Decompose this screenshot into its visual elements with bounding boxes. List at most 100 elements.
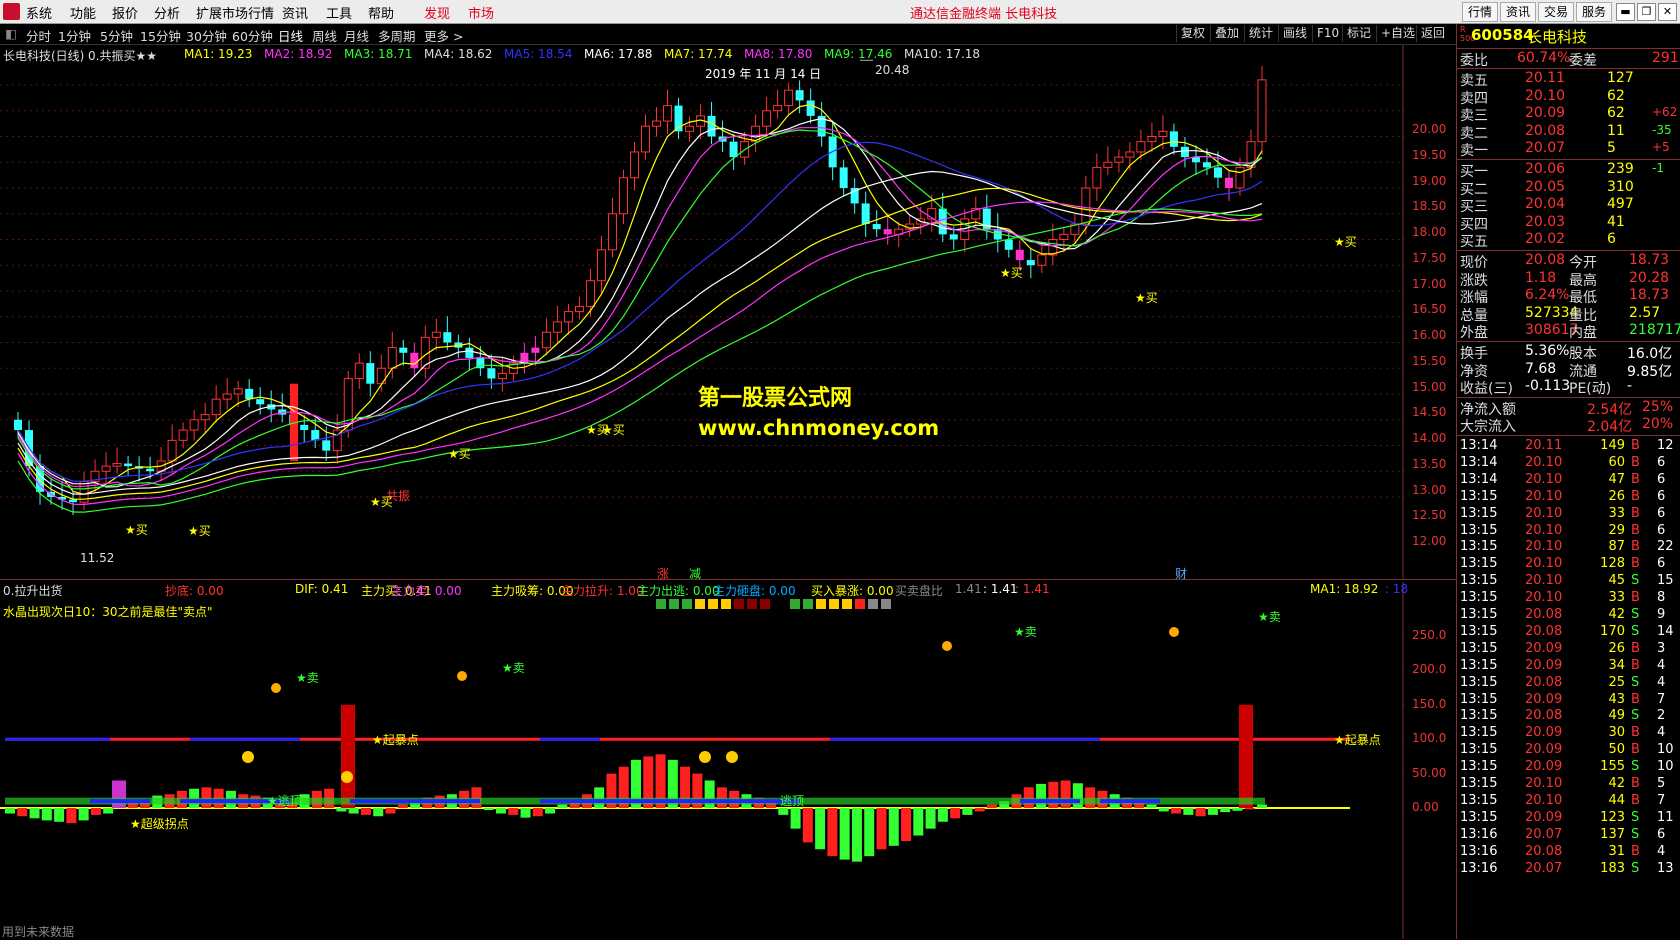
tick-row: 13:15 20.10 45 S 15 (1457, 573, 1680, 590)
candle-body (167, 439, 177, 462)
candle-body (1147, 136, 1157, 143)
draw-button[interactable]: 画线 (1278, 25, 1307, 42)
indicator-tick-label: 150.0 (1412, 696, 1447, 711)
mark-button[interactable]: 标记 (1342, 25, 1371, 42)
price-tick-label: 18.50 (1412, 199, 1447, 214)
indicator-value: 抄底: 0.00 (165, 584, 224, 598)
panel-toggle-icon[interactable]: ◧ (5, 26, 17, 41)
tick-count: 4 (1657, 725, 1666, 741)
order-volume: 5 (1607, 140, 1616, 157)
histogram-bar (925, 808, 936, 829)
quote-value: 18.73 (1629, 287, 1670, 304)
indicator-value: 主力卖: 0.00 (391, 584, 462, 598)
order-row-sell: 卖五 20.11 127 (1457, 70, 1680, 89)
tick-price: 20.10 (1525, 776, 1563, 791)
fund-divider (1457, 341, 1680, 342)
signal-square (747, 599, 757, 609)
tick-time: 13:15 (1460, 674, 1498, 690)
restore-icon[interactable]: ❐ (1637, 3, 1656, 21)
candle-body (200, 414, 210, 421)
tab-1min[interactable]: 1分钟 (58, 26, 91, 45)
price-tick-label: 17.00 (1412, 276, 1447, 291)
menu-extended-market[interactable]: 扩展市场行情 (196, 3, 274, 22)
menu-system[interactable]: 系统 (26, 3, 52, 22)
candle-body (178, 429, 188, 441)
tick-volume: 123 (1600, 809, 1625, 825)
order-change: -1 (1652, 161, 1664, 175)
menu-discover[interactable]: 发现 (424, 3, 450, 22)
tab-daily[interactable]: 日线 (278, 26, 303, 45)
chart-divider[interactable] (0, 579, 1456, 580)
news-button[interactable]: 资讯 (1500, 2, 1536, 22)
tick-side: B (1631, 776, 1640, 791)
indicator-formula-name[interactable]: 0.拉升出货 (3, 582, 62, 599)
tab-5min[interactable]: 5分钟 (100, 26, 133, 45)
candle-body (861, 203, 870, 225)
tick-price: 20.09 (1525, 725, 1563, 741)
histogram-bar (802, 808, 813, 843)
candle-body (1224, 177, 1233, 188)
watermark-url: www.chnmoney.com (698, 416, 940, 440)
menu-market[interactable]: 市场 (468, 3, 494, 22)
tick-side: S (1631, 860, 1640, 876)
menu-analysis[interactable]: 分析 (154, 3, 180, 22)
histogram-bar (962, 808, 973, 815)
candlestick-chart[interactable]: 长电科技(日线) 0.共振买★★ MA1: 19.23 MA2: 18.92 MA3… (0, 45, 1446, 581)
menu-help[interactable]: 帮助 (368, 3, 394, 22)
adjust-button[interactable]: 复权 (1176, 25, 1205, 42)
tick-row: 13:15 20.10 42 B 5 (1457, 776, 1680, 793)
fund-value: - (1627, 378, 1633, 395)
price-tick-label: 16.50 (1412, 302, 1447, 317)
candle-body (938, 208, 947, 235)
minimize-icon[interactable]: ▬ (1616, 3, 1635, 21)
tick-price: 20.09 (1525, 657, 1563, 673)
tab-intraday[interactable]: 分时 (26, 26, 51, 45)
menu-function[interactable]: 功能 (70, 3, 96, 22)
quote-button[interactable]: 行情 (1462, 2, 1498, 22)
indicator-tick-label: 50.00 (1412, 765, 1447, 780)
histogram-bar (876, 808, 887, 850)
tick-side: S (1631, 607, 1640, 622)
formula-name[interactable]: 0.共振买★★ (88, 47, 157, 64)
tab-more[interactable]: 更多 > (424, 26, 463, 45)
indicator-chart[interactable]: 0.拉升出货 抄底: 0.00 DIF: 0.41 主力买: 0.41 主力卖: 0.… (0, 582, 1446, 939)
tick-side: B (1631, 438, 1640, 453)
add-watchlist-button[interactable]: +自选 (1376, 25, 1415, 42)
tick-time: 13:15 (1460, 505, 1498, 521)
overlay-button[interactable]: 叠加 (1210, 25, 1239, 42)
tick-count: 6 (1657, 488, 1666, 504)
menu-news[interactable]: 资讯 (282, 3, 308, 22)
tab-60min[interactable]: 60分钟 (232, 26, 273, 45)
indicator-value: 买入暴涨: 0.00 (811, 584, 894, 598)
menu-quote[interactable]: 报价 (112, 3, 138, 22)
stats-button[interactable]: 统计 (1244, 25, 1273, 42)
tab-15min[interactable]: 15分钟 (140, 26, 181, 45)
tick-row: 13:14 20.10 47 B 6 (1457, 472, 1680, 489)
tick-time: 13:15 (1460, 725, 1498, 741)
service-button[interactable]: 服务 (1576, 2, 1612, 22)
tab-weekly[interactable]: 周线 (312, 26, 337, 45)
tick-volume: 60 (1608, 454, 1625, 470)
candle-body (366, 363, 375, 384)
tab-monthly[interactable]: 月线 (344, 26, 369, 45)
candle-body (563, 311, 573, 323)
tick-price: 20.10 (1525, 505, 1563, 521)
tick-price: 20.09 (1525, 742, 1563, 758)
tick-row: 13:15 20.09 123 S 11 (1457, 810, 1680, 827)
tick-count: 5 (1657, 776, 1666, 791)
tick-price: 20.10 (1525, 539, 1563, 555)
order-volume: 239 (1607, 161, 1634, 177)
stock-name: 长电科技 (1527, 28, 1588, 46)
tab-multi-period[interactable]: 多周期 (378, 26, 416, 45)
trade-button[interactable]: 交易 (1538, 2, 1574, 22)
candle-body (399, 347, 408, 353)
ma-label-9: MA9: 17.46 (824, 47, 893, 61)
tick-time: 13:15 (1460, 640, 1498, 656)
f10-button[interactable]: F10 (1312, 25, 1339, 42)
signal-square (868, 599, 878, 609)
tick-side: B (1631, 691, 1640, 707)
tab-30min[interactable]: 30分钟 (186, 26, 227, 45)
menu-tools[interactable]: 工具 (326, 3, 352, 22)
close-icon[interactable]: ✕ (1658, 3, 1677, 21)
back-button[interactable]: 返回 (1416, 25, 1445, 42)
